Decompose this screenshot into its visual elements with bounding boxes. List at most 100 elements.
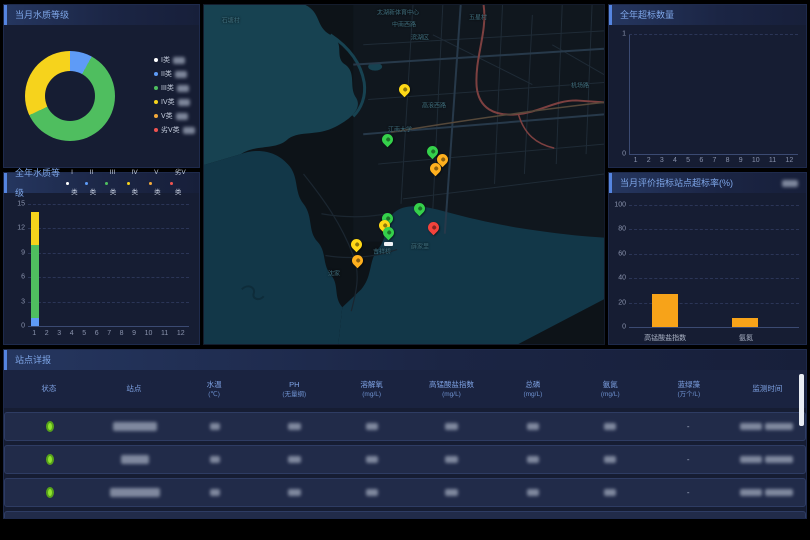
map-station-pin[interactable] (382, 134, 394, 152)
value-blurred (527, 456, 539, 463)
water-quality-donut-chart[interactable] (25, 51, 115, 141)
y-tick-label: 100 (614, 202, 629, 209)
station-name-blurred (113, 422, 157, 431)
map-station-pin[interactable] (383, 227, 395, 245)
y-tick-label: 6 (21, 274, 28, 281)
legend-dot-icon (66, 182, 69, 185)
value-cell (494, 456, 572, 463)
legend-item[interactable]: III类 (154, 83, 195, 93)
table-row[interactable]: - (4, 412, 806, 441)
stacked-bar-segment[interactable] (31, 212, 39, 245)
gridline (629, 34, 798, 35)
column-header: 高锰酸盐指数(mg/L) (409, 379, 494, 400)
legend-value-blurred (173, 57, 185, 64)
value-cell (571, 423, 648, 430)
map-station-pin[interactable] (430, 163, 442, 181)
pin-icon (381, 225, 397, 241)
x-tick-label: 11 (161, 330, 168, 337)
legend-dot-icon (154, 114, 158, 118)
legend-item[interactable]: IV类 (154, 97, 195, 107)
map-station-pin[interactable] (428, 222, 440, 240)
rate-bar[interactable] (652, 294, 678, 327)
gridline (629, 327, 799, 328)
algae-cell: - (648, 455, 728, 464)
column-name: 氨氮 (603, 379, 618, 390)
status-dot (46, 487, 54, 498)
panel-title: 站点详报 (15, 350, 51, 370)
map-place-label: 中南西路 (392, 19, 416, 28)
column-name: PH (289, 379, 299, 390)
pin-icon (412, 201, 428, 217)
legend-item[interactable]: V类 (154, 111, 195, 121)
pin-icon (397, 82, 413, 98)
y-tick-label: 80 (618, 226, 629, 233)
table-row[interactable]: - (4, 511, 806, 518)
gridline (629, 254, 799, 255)
pin-icon (428, 160, 444, 176)
rate-bar[interactable] (732, 318, 758, 327)
value-cell (494, 423, 572, 430)
legend-item[interactable]: 劣V类 (154, 125, 195, 135)
legend-dot-icon (105, 182, 108, 185)
city-map[interactable]: 石塘村太湖新体育中心中南西路滨湖区五星村高浪西路江南大学机场路吉祥桥薛家里沈家 (203, 4, 605, 345)
legend-dot-icon (127, 182, 130, 185)
column-name: 状态 (41, 383, 56, 394)
legend-item[interactable]: I类 (154, 55, 195, 65)
stacked-bar-segment[interactable] (31, 318, 39, 326)
value-cell (335, 423, 409, 430)
gridline (629, 229, 799, 230)
date-blurred (740, 456, 762, 463)
map-place-label: 高浪西路 (422, 101, 446, 110)
map-place-label: 五星村 (469, 12, 487, 21)
gridline (629, 205, 799, 206)
exceed-count-x-axis: 123456789101112 (629, 157, 798, 164)
legend-label: III类 (161, 83, 174, 93)
value-cell (175, 423, 255, 430)
value-blurred (288, 489, 301, 496)
algae-cell: - (648, 422, 728, 431)
legend-label: IV类 (161, 97, 175, 107)
table-body: ----- (4, 412, 806, 518)
value-cell (175, 456, 255, 463)
date-blurred (740, 489, 762, 496)
x-tick-label: 1 (634, 157, 638, 164)
x-tick-label: 9 (132, 330, 136, 337)
value-cell (571, 456, 648, 463)
y-tick-label: 40 (618, 275, 629, 282)
x-tick-label: 6 (95, 330, 99, 337)
map-place-label: 滨湖区 (411, 33, 429, 42)
panel-month-water-quality: 当月水质等级 I类II类III类IV类V类劣V类 (3, 4, 200, 168)
table-row[interactable]: - (4, 478, 806, 507)
map-place-label: 吉祥桥 (373, 246, 391, 255)
header-blurred-tag[interactable] (782, 180, 798, 187)
exceed-count-plot: 10 (629, 34, 798, 154)
column-unit: (mg/L) (523, 390, 542, 400)
algae-cell: - (648, 488, 728, 497)
panel-year-water-quality: 全年水质等级 I类II类III类IV类V类劣V类 15129630 123456… (3, 172, 200, 345)
map-station-pin[interactable] (414, 203, 426, 221)
x-tick-label: 5 (686, 157, 690, 164)
column-unit: (mg/L) (442, 390, 461, 400)
table-scrollbar[interactable] (799, 374, 804, 426)
yearbar-plot: 15129630 (28, 204, 189, 326)
donut-legend: I类 II类 III类 IV类 V类劣V类 (154, 55, 195, 135)
value-blurred (366, 423, 378, 430)
x-tick-label: 10 (752, 157, 760, 164)
legend-dot-icon (149, 182, 152, 185)
x-tick-label: 3 (660, 157, 664, 164)
map-station-pin[interactable] (399, 84, 411, 102)
stacked-bar-segment[interactable] (31, 245, 39, 318)
value-cell (335, 456, 409, 463)
station-cell (95, 488, 175, 497)
x-tick-label: 12 (177, 330, 185, 337)
x-tick-label: 5 (82, 330, 86, 337)
column-header: PH(无量纲) (254, 379, 334, 400)
column-unit: (mg/L) (601, 390, 620, 400)
legend-item[interactable]: II类 (154, 69, 195, 79)
table-row[interactable]: - (4, 445, 806, 474)
value-blurred (604, 489, 616, 496)
pin-selected-tag (384, 242, 393, 246)
map-station-pin[interactable] (352, 255, 364, 273)
value-blurred (604, 456, 616, 463)
value-blurred (527, 489, 539, 496)
